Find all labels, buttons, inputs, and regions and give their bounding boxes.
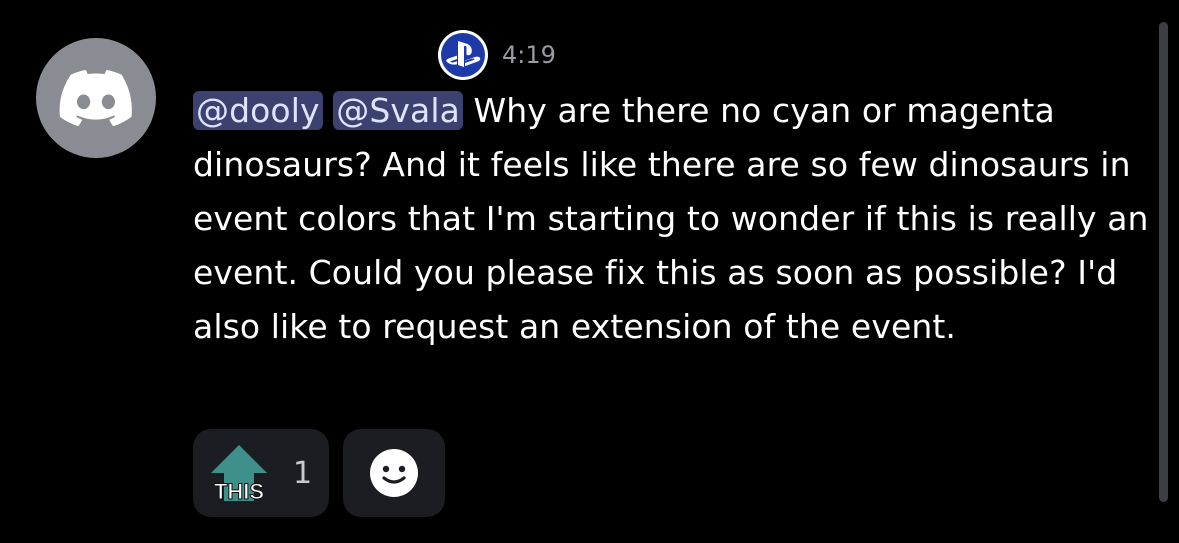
this-emoji-text: THIS [214, 479, 264, 503]
add-reaction-button[interactable] [343, 429, 445, 517]
message-header: 4:19 [436, 28, 556, 82]
discord-logo-icon [59, 70, 132, 126]
playstation-logo-icon [438, 30, 488, 80]
this-arrow-emoji: THIS [211, 445, 267, 503]
reaction-this[interactable]: THIS 1 [193, 429, 329, 517]
message-timestamp: 4:19 [502, 41, 556, 69]
message-content: @dooly @Svala Why are there no cyan or m… [193, 84, 1153, 354]
user-avatar[interactable] [36, 38, 156, 158]
playstation-badge [436, 28, 490, 82]
reaction-count: 1 [293, 455, 313, 491]
mention-svala[interactable]: @Svala [333, 91, 463, 130]
reactions-bar: THIS 1 [193, 429, 445, 517]
scrollbar[interactable] [1159, 22, 1168, 502]
smiley-face-icon [370, 449, 418, 497]
mention-dooly[interactable]: @dooly [193, 91, 323, 130]
